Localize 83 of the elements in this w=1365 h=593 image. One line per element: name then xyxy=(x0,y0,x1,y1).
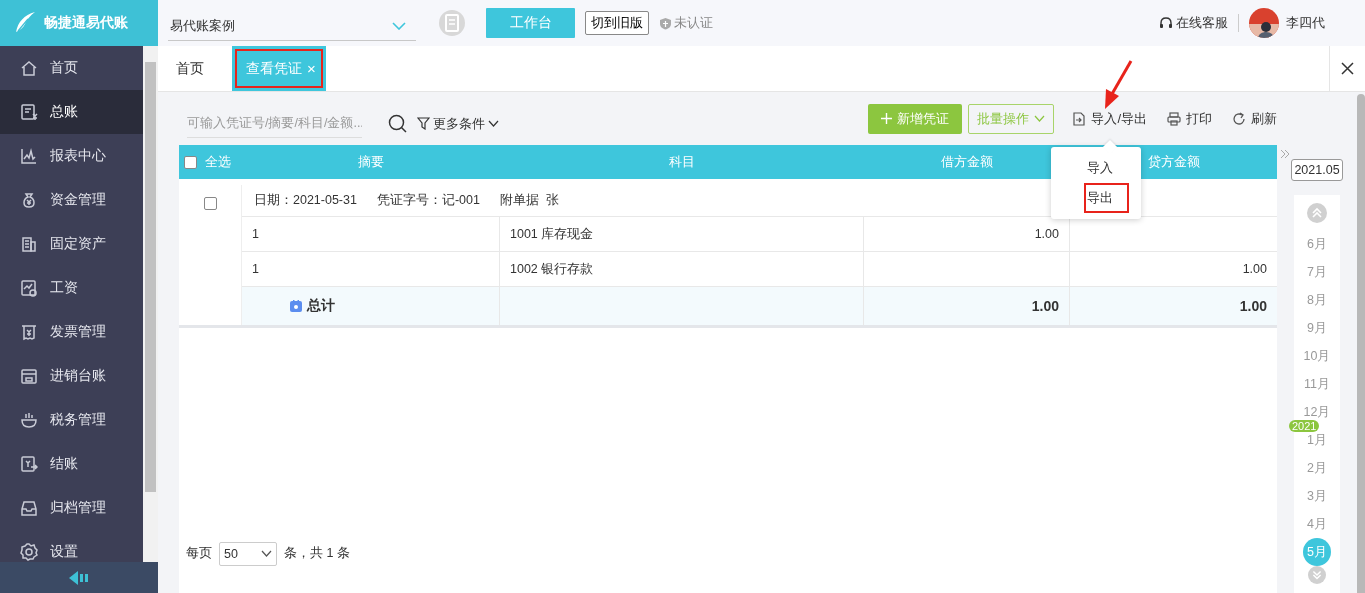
total-amount: 1.00 xyxy=(1031,298,1059,314)
scrollbar[interactable] xyxy=(1357,94,1365,593)
shield-icon xyxy=(659,16,672,30)
chevron-down-icon xyxy=(488,120,499,127)
scrollbar[interactable] xyxy=(143,46,158,562)
scroll-down-icon xyxy=(1308,566,1326,584)
sidebar-item[interactable]: 资金管理 xyxy=(0,178,143,222)
report-icon xyxy=(20,279,38,297)
headset-icon xyxy=(1159,16,1173,30)
user-name: 李四代 xyxy=(1286,14,1325,32)
column-header: 贷方金额 xyxy=(1147,153,1200,171)
search-field[interactable]: 可输入凭证号/摘要/科目/金额... xyxy=(187,109,362,138)
receipt-icon xyxy=(20,323,38,341)
checkout-icon xyxy=(20,455,38,473)
sidebar-item[interactable]: 进销台账 xyxy=(0,354,143,398)
menu-item[interactable]: 导出 xyxy=(1051,183,1141,213)
table-cell: 1 xyxy=(252,227,259,241)
building-icon xyxy=(20,235,38,253)
app-logo-text: 畅捷通易代账 xyxy=(44,14,128,32)
page-size-select[interactable]: 50 xyxy=(219,541,277,566)
sidebar-item[interactable]: 税务管理 xyxy=(0,398,143,442)
column-header: 科目 xyxy=(669,153,695,171)
collapse-icon xyxy=(69,570,89,585)
bowl-icon xyxy=(20,411,38,429)
sidebar-item[interactable]: 归档管理 xyxy=(0,486,143,530)
menu-item[interactable]: 导入 xyxy=(1051,153,1141,183)
filter-icon xyxy=(417,117,430,130)
sidebar-item[interactable]: 固定资产 xyxy=(0,222,143,266)
voucher-info: 日期：2021-05-31 xyxy=(254,192,357,209)
line-chart-icon xyxy=(20,147,38,165)
import-export-icon xyxy=(1072,111,1087,126)
table-cell: 1.00 xyxy=(1242,262,1267,276)
sidebar-item[interactable]: 总账 xyxy=(0,90,143,134)
page-summary: 条，共 1 条 xyxy=(284,545,350,562)
sidebar-item[interactable]: 发票管理 xyxy=(0,310,143,354)
chevron-down-icon xyxy=(261,550,272,557)
column-header: 摘要 xyxy=(358,153,384,171)
close-icon xyxy=(1341,62,1354,75)
plus-icon xyxy=(881,113,893,124)
checkbox[interactable] xyxy=(203,197,217,210)
sidebar-item[interactable]: 报表中心 xyxy=(0,134,143,178)
toolbar-button[interactable]: 导入/导出 xyxy=(1072,103,1147,134)
notebook-icon xyxy=(438,9,466,37)
total-label: 总计 xyxy=(307,297,335,315)
cash-register-icon xyxy=(20,367,38,385)
table-cell: 1001 库存现金 xyxy=(510,225,594,243)
sidebar-item[interactable]: 首页 xyxy=(0,46,143,90)
switch-version-button[interactable]: 切到旧版 xyxy=(585,11,649,35)
money-bag-icon xyxy=(20,191,38,209)
table-cell: 1002 银行存款 xyxy=(510,260,594,278)
current-period[interactable]: 2021.05 xyxy=(1291,159,1343,181)
chevron-down-icon xyxy=(1034,115,1046,122)
column-header: 借方金额 xyxy=(941,153,993,171)
scroll-up-icon xyxy=(1307,203,1327,223)
avatar xyxy=(1249,8,1279,38)
certification-status: 未认证 xyxy=(674,14,713,32)
voucher-info: 附单据 张 xyxy=(500,192,559,209)
tray-icon xyxy=(20,499,38,517)
ledger-icon xyxy=(20,103,38,121)
search-icon xyxy=(388,114,407,133)
more-filters-button[interactable]: 更多条件 xyxy=(417,114,499,133)
checkbox[interactable] xyxy=(184,155,197,169)
total-amount: 1.00 xyxy=(1239,298,1267,314)
voucher-info: 凭证字号：记-001 xyxy=(376,192,480,209)
refresh-icon xyxy=(1232,111,1246,126)
tab[interactable]: 首页 xyxy=(158,46,222,91)
sidebar-item[interactable]: 设置 xyxy=(0,530,143,562)
per-page-label: 每页 xyxy=(186,545,212,562)
sidebar-item[interactable]: 结账 xyxy=(0,442,143,486)
gear-icon xyxy=(20,543,38,561)
online-support-link[interactable]: 在线客服 xyxy=(1159,14,1228,32)
calendar-icon xyxy=(290,300,302,312)
table-cell: 1.00 xyxy=(1034,227,1059,241)
printer-icon xyxy=(1167,111,1181,126)
company-select[interactable]: 易代账案例 xyxy=(168,11,416,41)
sidebar-item[interactable]: 工资 xyxy=(0,266,143,310)
table-cell: 1 xyxy=(252,262,259,276)
year-badge: 2021 xyxy=(1289,420,1320,432)
chevron-down-icon xyxy=(392,21,406,30)
toolbar-button[interactable]: 打印 xyxy=(1167,103,1212,134)
home-icon xyxy=(20,59,38,77)
toolbar-button[interactable]: 刷新 xyxy=(1232,103,1277,134)
double-chevron-right-icon xyxy=(1280,149,1290,159)
